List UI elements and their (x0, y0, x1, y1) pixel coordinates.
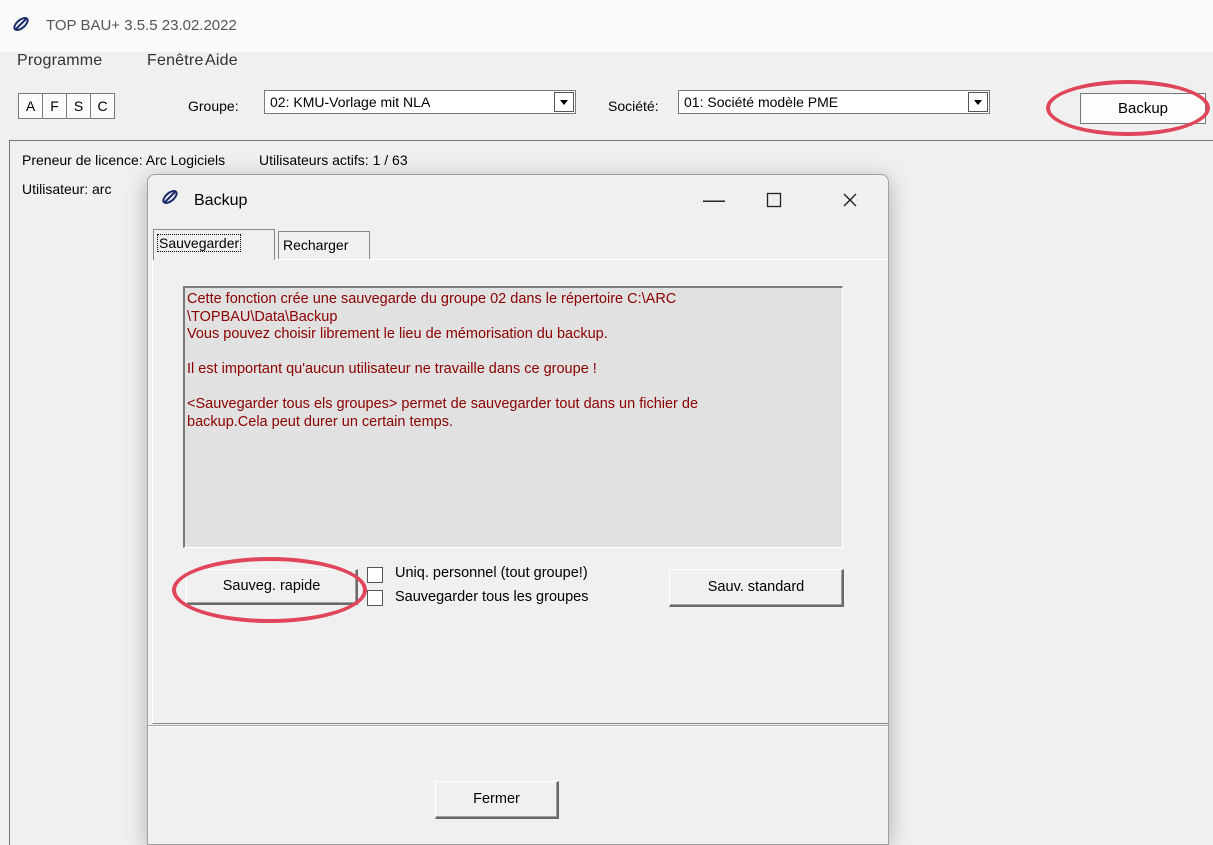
toolbar-button-c[interactable]: C (90, 93, 115, 119)
group-select-value: 02: KMU-Vorlage mit NLA (270, 94, 431, 110)
tab-strip: Sauvegarder Recharger (148, 229, 888, 261)
tab-sauvegarder-label: Sauvegarder (156, 234, 242, 252)
checkbox-personnel-label: Uniq. personnel (tout groupe!) (395, 565, 588, 581)
app-titlebar: TOP BAU+ 3.5.5 23.02.2022 (0, 0, 1213, 52)
close-button[interactable]: Fermer (435, 781, 559, 819)
toolbar-button-s[interactable]: S (66, 93, 91, 119)
licensee-text: Preneur de licence: Arc Logiciels (22, 152, 226, 168)
close-icon[interactable] (830, 183, 870, 217)
chevron-down-icon[interactable] (554, 92, 574, 112)
backup-dialog: Backup — Sauvegarder Recharger Cette fon… (147, 174, 889, 845)
info-line: <Sauvegarder tous els groupes> permet de… (187, 396, 699, 412)
menu-aide[interactable]: Aide (205, 52, 238, 70)
divider (148, 726, 888, 727)
app-logo-icon (162, 190, 178, 204)
dialog-title: Backup (194, 192, 248, 209)
quick-backup-button[interactable]: Sauveg. rapide (186, 569, 358, 605)
standard-backup-button[interactable]: Sauv. standard (669, 569, 844, 607)
group-label: Groupe: (188, 98, 239, 114)
checkbox-all-groups-label: Sauvegarder tous les groupes (395, 589, 589, 605)
company-select[interactable]: 01: Société modèle PME (678, 90, 990, 114)
company-label: Société: (608, 98, 659, 114)
backup-button[interactable]: Backup (1080, 93, 1206, 124)
app-logo-icon (13, 17, 29, 31)
toolbar-button-f[interactable]: F (42, 93, 67, 119)
tab-recharger-label: Recharger (283, 237, 349, 253)
user-text: Utilisateur: arc (22, 181, 112, 197)
tab-recharger[interactable]: Recharger (278, 231, 370, 260)
info-line: \TOPBAU\Data\Backup (187, 308, 338, 325)
info-line: Cette fonction crée une sauvegarde du gr… (187, 291, 677, 307)
info-line: Il est important qu'aucun utilisateur ne… (187, 361, 597, 377)
minimize-icon[interactable]: — (694, 183, 734, 217)
checkbox-all-groups[interactable] (367, 590, 383, 606)
app-title: TOP BAU+ 3.5.5 23.02.2022 (46, 17, 237, 34)
maximize-icon[interactable] (754, 183, 794, 217)
info-line: backup.Cela peut durer un certain temps. (187, 413, 453, 430)
company-select-value: 01: Société modèle PME (684, 94, 839, 110)
menu-bar: Programme Fenêtre Aide (0, 52, 1213, 76)
toolbar-button-a[interactable]: A (18, 93, 43, 119)
tab-sauvegarder[interactable]: Sauvegarder (153, 229, 275, 260)
group-select[interactable]: 02: KMU-Vorlage mit NLA (264, 90, 576, 114)
info-line: Vous pouvez choisir librement le lieu de… (187, 326, 608, 342)
chevron-down-icon[interactable] (968, 92, 988, 112)
info-text-box: Cette fonction crée une sauvegarde du gr… (183, 286, 843, 548)
active-users-text: Utilisateurs actifs: 1 / 63 (259, 152, 408, 168)
menu-fenetre[interactable]: Fenêtre (147, 52, 204, 70)
checkbox-personnel[interactable] (367, 567, 383, 583)
menu-programme[interactable]: Programme (17, 52, 102, 70)
